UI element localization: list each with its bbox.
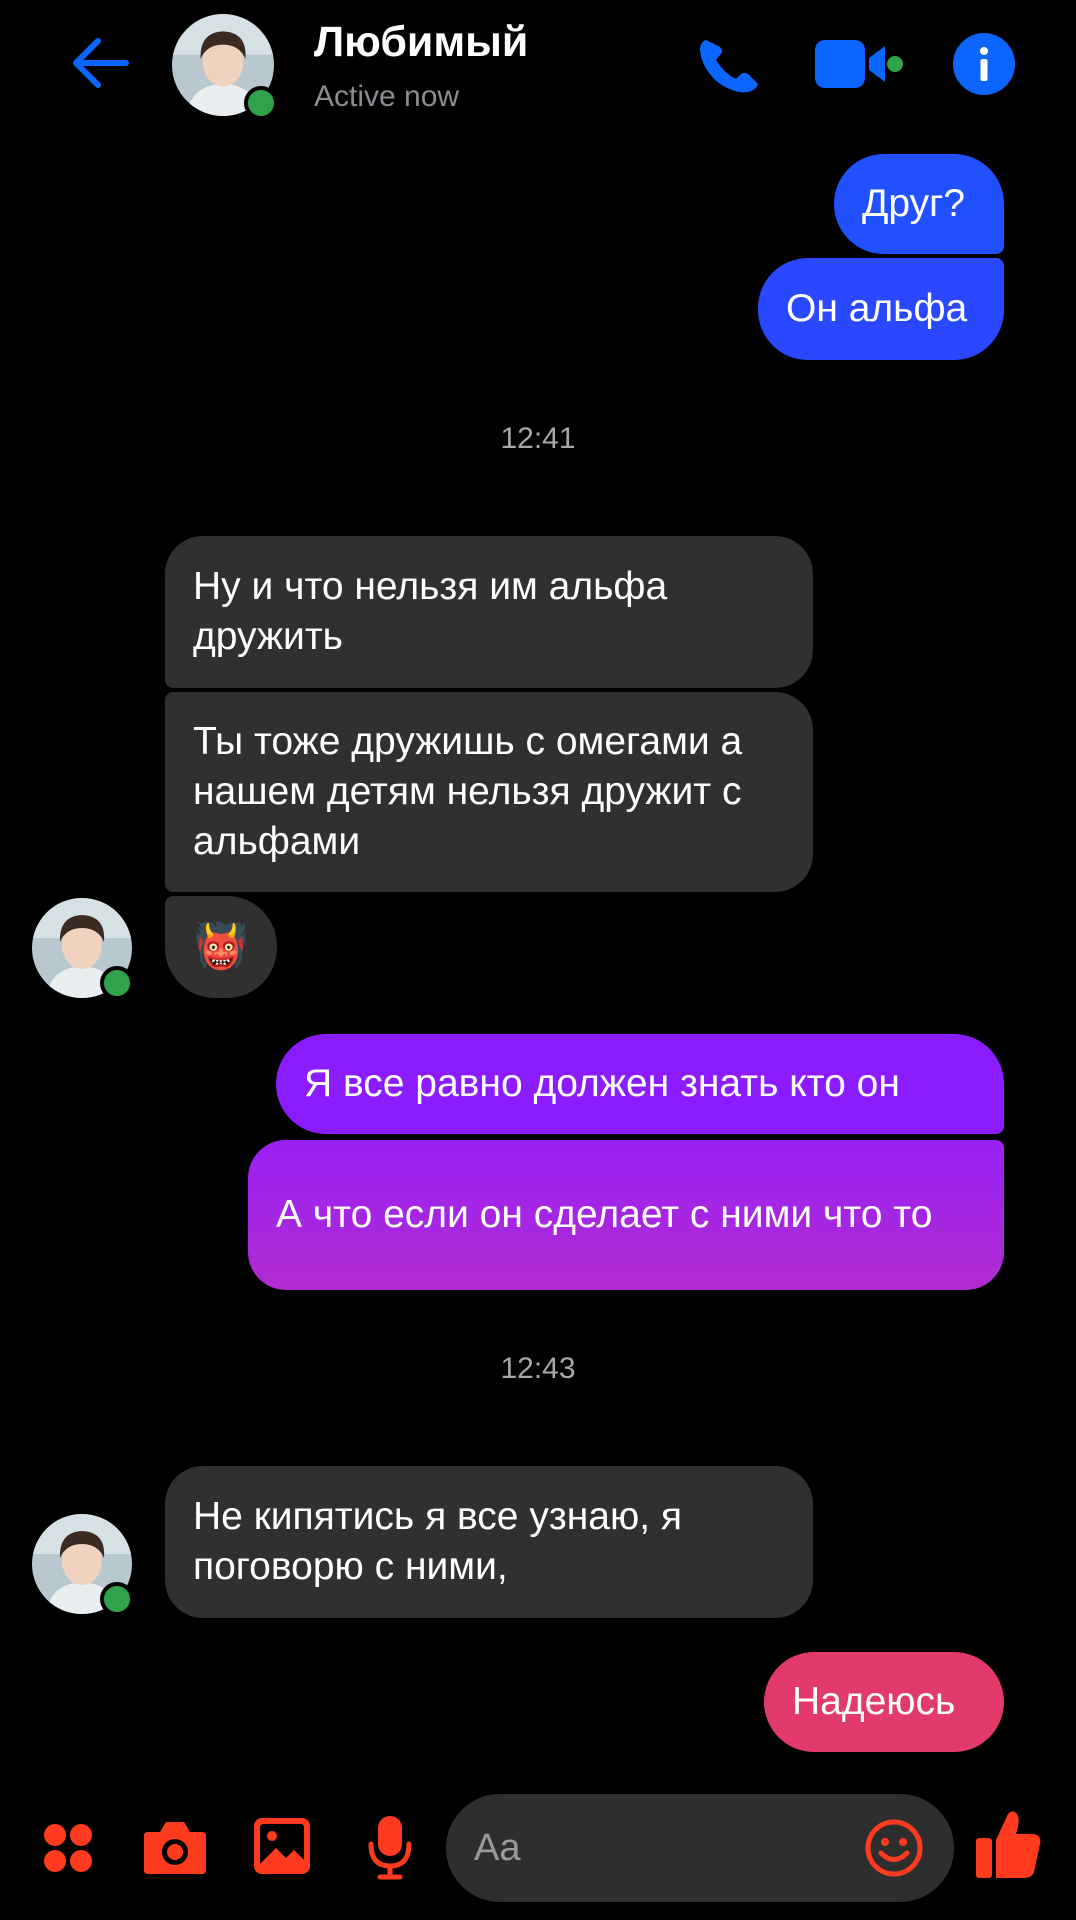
incoming-message[interactable]: Ты тоже дружишь с омегами а нашем детям … [165,692,813,892]
outgoing-message[interactable]: Друг? [834,154,1004,254]
gallery-icon[interactable] [252,1816,312,1876]
timestamp: 12:41 [500,422,576,455]
outgoing-message[interactable]: Он альфа [758,258,1004,360]
camera-icon[interactable] [142,1818,208,1876]
outgoing-message[interactable]: Надеюсь [764,1652,1004,1752]
online-indicator [100,1582,134,1616]
back-arrow-icon [73,38,129,88]
contact-status: Active now [314,80,460,113]
ogre-emoji: 👹 [193,922,249,971]
online-indicator [100,966,134,1000]
microphone-icon[interactable] [368,1814,412,1880]
incoming-emoji-message[interactable]: 👹 [165,896,277,998]
contact-name[interactable]: Любимый [314,18,528,67]
back-button[interactable] [68,30,134,96]
info-icon[interactable] [952,32,1016,96]
phone-icon[interactable] [696,34,764,96]
outgoing-message[interactable]: Я все равно должен знать кто он [276,1034,1004,1134]
incoming-message[interactable]: Ну и что нельзя им альфа дружить [165,536,813,688]
thumbs-up-icon[interactable] [974,1808,1042,1880]
timestamp: 12:43 [500,1352,576,1385]
chat-header: Любимый Active now [0,0,1076,130]
online-indicator [244,86,278,120]
outgoing-message[interactable]: А что если он сделает с ними что то [248,1140,1004,1290]
incoming-message[interactable]: Не кипятись я все узнаю, я поговорю с ни… [165,1466,813,1618]
apps-icon[interactable] [42,1822,94,1874]
emoji-icon[interactable] [864,1818,924,1878]
video-icon[interactable] [813,38,903,90]
